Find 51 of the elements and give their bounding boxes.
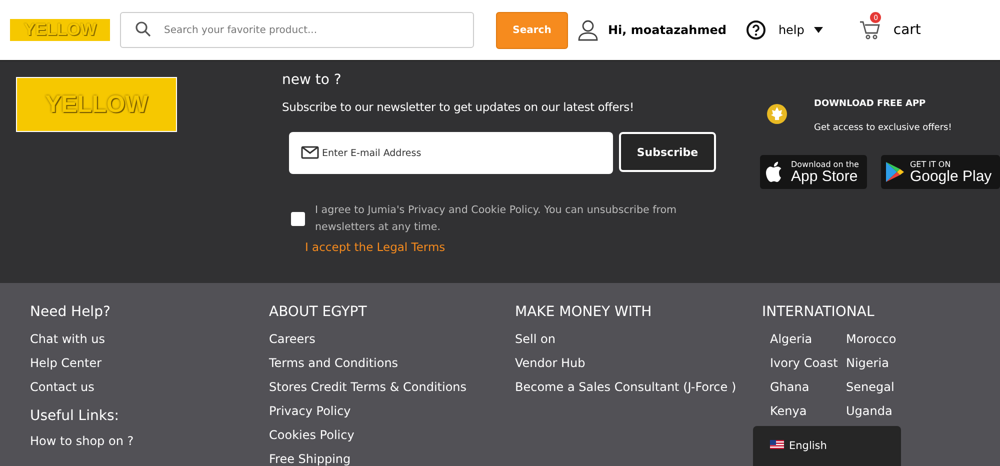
footer-link[interactable]: How to shop on ? — [30, 432, 269, 450]
subscribe-button[interactable]: Subscribe — [619, 132, 716, 172]
footer-link[interactable]: Privacy Policy — [269, 402, 515, 420]
language-selector[interactable]: English — [753, 426, 901, 466]
help-menu[interactable]: help — [778, 23, 804, 37]
help-icon[interactable] — [746, 20, 766, 40]
envelope-icon — [301, 146, 319, 159]
cart-icon[interactable] — [859, 19, 882, 41]
footer-link[interactable]: Help Center — [30, 354, 269, 372]
footer-link[interactable]: Contact us — [30, 378, 269, 396]
newsletter-subtitle: Subscribe to our newsletter to get updates on our latest offers! — [282, 100, 635, 114]
footer-link[interactable]: Nigeria — [846, 354, 906, 372]
footer-link[interactable]: Sell on — [515, 330, 762, 348]
cart-link[interactable]: cart — [893, 22, 921, 38]
app-store-badge[interactable]: Download on the App Store — [760, 155, 867, 189]
footer-column-title: ABOUT EGYPT — [269, 304, 368, 320]
account-link[interactable]: Hi, moatazahmed — [608, 23, 726, 37]
flag-icon — [770, 440, 784, 449]
footer-link[interactable]: Senegal — [846, 378, 906, 396]
footer-link[interactable]: Morocco — [846, 330, 906, 348]
logo[interactable]: YELLOW — [16, 77, 177, 132]
footer-link[interactable]: Stores Credit Terms & Conditions — [269, 378, 515, 396]
footer-link[interactable]: Chat with us — [30, 330, 269, 348]
footer-column-title: Need Help? — [30, 304, 112, 320]
newsletter-title: new to ? — [282, 72, 342, 88]
caret-icon[interactable] — [814, 27, 824, 33]
footer-column-title: INTERNATIONAL — [762, 304, 876, 320]
footer-link[interactable]: Algeria — [770, 330, 846, 348]
download-app-subtitle: Get access to exclusive offers! — [814, 123, 952, 133]
consent-checkbox[interactable] — [291, 212, 305, 226]
footer-link[interactable]: Kenya — [770, 402, 846, 420]
footer-link[interactable]: Ivory Coast — [770, 354, 846, 372]
app-logo-icon — [766, 103, 788, 125]
download-app-title: DOWNLOAD FREE APP — [814, 99, 927, 109]
footer-link[interactable]: Uganda — [846, 402, 906, 420]
footer-link[interactable]: Cookies Policy — [269, 426, 515, 444]
legal-terms-link[interactable]: I accept the Legal Terms — [305, 240, 760, 254]
consent-text: I agree to Jumia's Privacy and Cookie Policy. You can unsubscribe from newsletters at any time. — [315, 203, 678, 235]
google-play-badge[interactable]: GET IT ON Google Play — [880, 155, 1000, 189]
footer-link[interactable]: Vendor Hub — [515, 354, 762, 372]
footer-link[interactable]: Free Shipping — [269, 450, 515, 466]
email-field[interactable]: Enter E-mail Address — [289, 132, 613, 174]
footer-link[interactable]: Become a Sales Consultant (J-Force ) — [515, 378, 762, 396]
footer-column-title: Useful Links: — [30, 408, 120, 424]
footer-link[interactable]: Ghana — [770, 378, 846, 396]
footer-link[interactable]: Careers — [269, 330, 515, 348]
footer-link[interactable]: Terms and Conditions — [269, 354, 515, 372]
footer-column-title: MAKE MONEY WITH — [515, 304, 653, 320]
search-icon — [135, 21, 151, 37]
user-icon[interactable] — [577, 19, 599, 41]
search-field[interactable]: Search your favorite product... — [120, 12, 474, 48]
